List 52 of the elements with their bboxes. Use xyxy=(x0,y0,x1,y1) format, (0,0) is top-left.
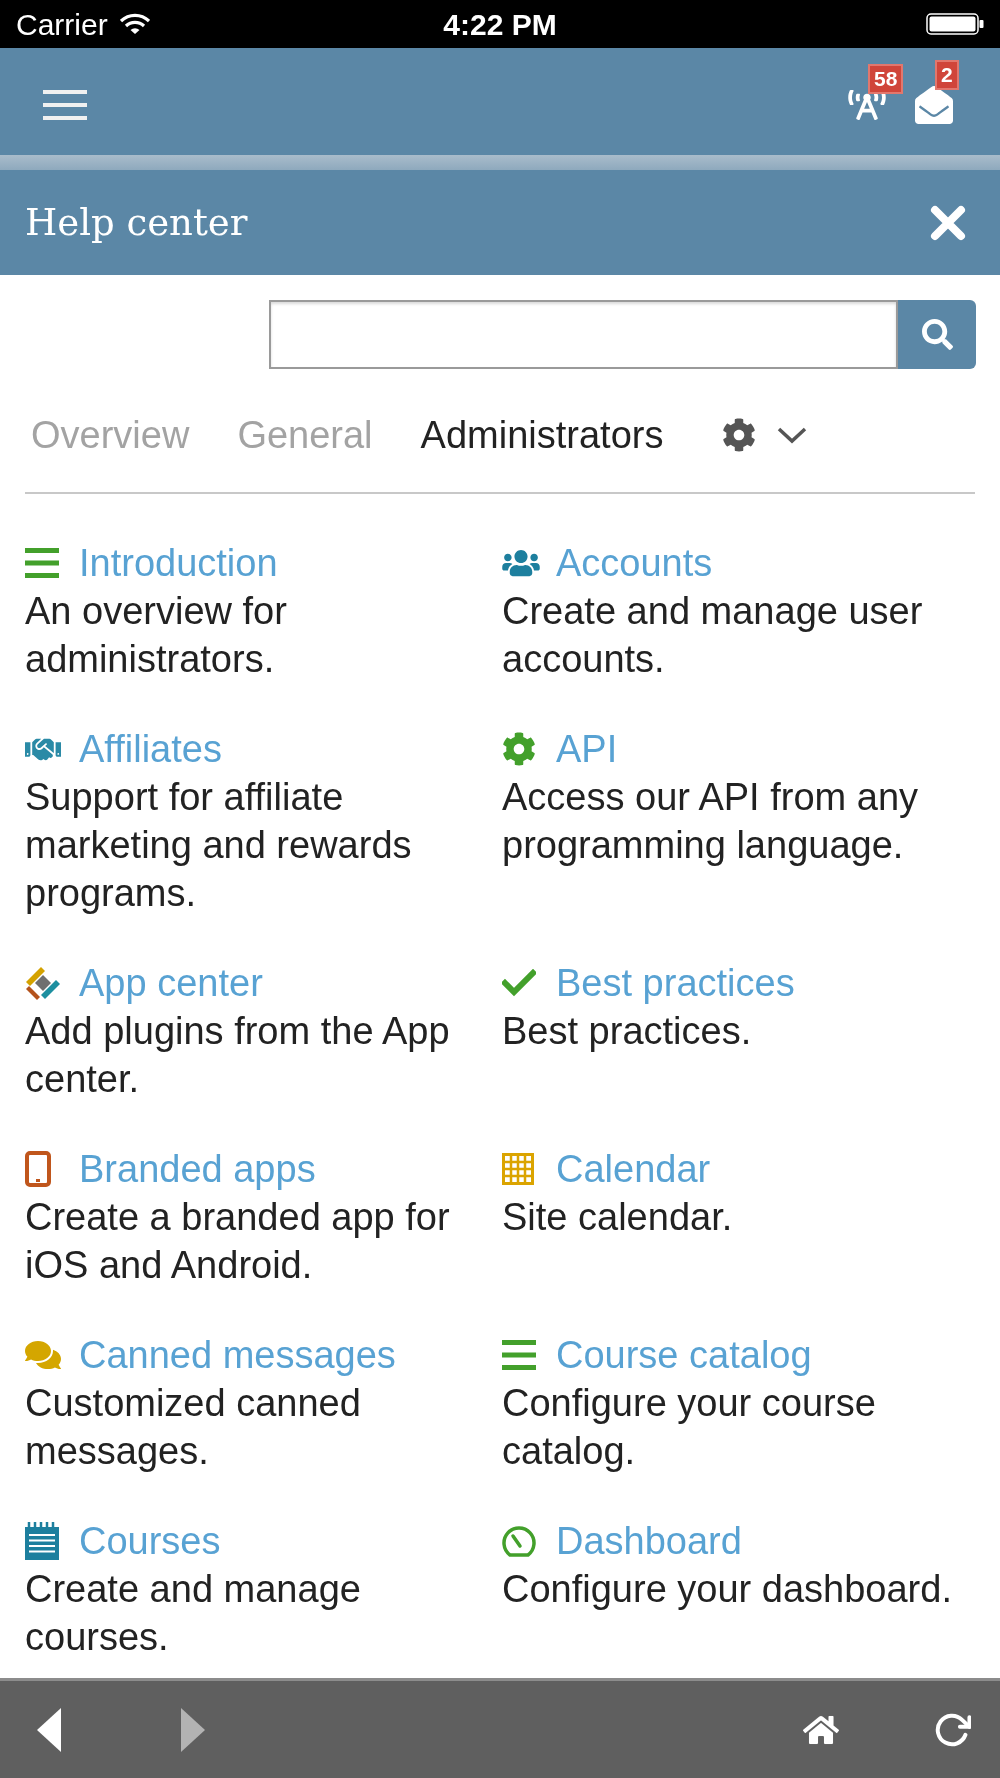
back-button[interactable] xyxy=(37,1707,61,1752)
topic-link[interactable]: Accounts xyxy=(556,539,713,587)
topic-description: Create and manage courses. xyxy=(25,1567,362,1660)
topic-link[interactable]: Dashboard xyxy=(556,1517,742,1565)
caret-icon xyxy=(777,426,808,444)
battery-icon xyxy=(926,13,984,35)
carrier-label: Carrier xyxy=(16,6,108,43)
envelope-icon[interactable] xyxy=(915,85,953,124)
home-button[interactable] xyxy=(803,1713,839,1746)
topic-description: Site calendar. xyxy=(502,1195,734,1240)
diamond-tiles-icon xyxy=(25,965,61,1001)
tab[interactable]: Overview xyxy=(31,411,190,459)
topic-link[interactable]: Affiliates xyxy=(79,725,222,773)
antenna-icon[interactable] xyxy=(848,89,886,120)
settings-dropdown[interactable] xyxy=(722,418,808,452)
topic-link[interactable]: Best practices xyxy=(556,959,795,1007)
clock-time: 4:22 PM xyxy=(443,6,557,43)
menu-icon xyxy=(43,89,87,120)
close-button[interactable] xyxy=(930,204,966,241)
tab[interactable]: General xyxy=(237,411,373,459)
topic-description: Support for affiliate marketing and rewards programs. xyxy=(25,775,413,916)
topic-description: Create and manage user accounts. xyxy=(502,589,924,682)
topic-link[interactable]: Courses xyxy=(79,1517,221,1565)
topic-description: Configure your dashboard. xyxy=(502,1567,953,1612)
tab[interactable]: Administrators xyxy=(420,411,664,459)
topic-link[interactable]: Calendar xyxy=(556,1145,711,1193)
search-button[interactable] xyxy=(898,300,976,369)
search-field[interactable] xyxy=(269,300,898,369)
topic-link[interactable]: Branded apps xyxy=(79,1145,316,1193)
back-arrow-icon xyxy=(37,1707,61,1752)
wifi-icon xyxy=(119,13,150,35)
topic-link[interactable]: Course catalog xyxy=(556,1331,812,1379)
menu-button[interactable] xyxy=(43,89,87,120)
notification-count: 58 xyxy=(868,63,904,94)
topic-link[interactable]: Introduction xyxy=(79,539,278,587)
topic-description: Best practices. xyxy=(502,1009,753,1054)
close-icon xyxy=(930,204,966,241)
topic-description: An overview for administrators. xyxy=(25,589,288,682)
gear-icon xyxy=(722,418,757,452)
topic-link[interactable]: API xyxy=(556,725,618,773)
topic-description: Customized canned messages. xyxy=(25,1381,362,1474)
topic-description: Add plugins from the App center. xyxy=(25,1009,451,1102)
unread-messages-count: 2 xyxy=(935,59,959,90)
topic-link[interactable]: App center xyxy=(79,959,263,1007)
topic-description: Configure your course catalog. xyxy=(502,1381,877,1474)
topic-description: Access our API from any programming language. xyxy=(502,775,920,868)
forward-arrow-icon xyxy=(181,1707,205,1752)
panel-title: Help center xyxy=(25,199,248,246)
home-icon xyxy=(803,1713,839,1746)
topic-description: Create a branded app for iOS and Android. xyxy=(25,1195,451,1288)
search-icon xyxy=(921,319,953,350)
topic-link[interactable]: Canned messages xyxy=(79,1331,396,1379)
